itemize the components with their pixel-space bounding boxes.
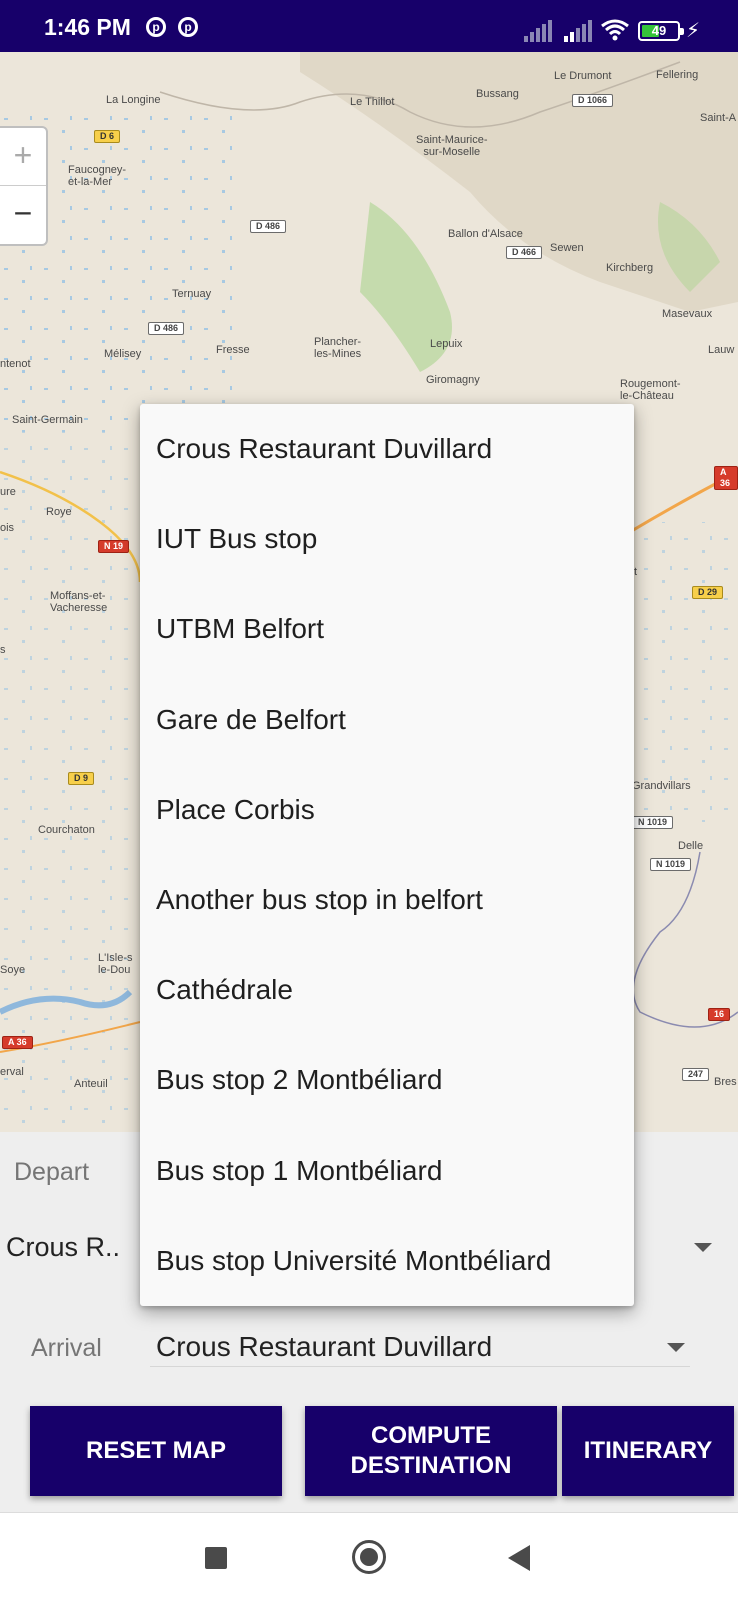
map-place-label: Soye (0, 964, 26, 976)
map-place-label: Ternuay (172, 288, 212, 300)
map-place-label: ois (0, 522, 15, 534)
dropdown-option[interactable]: UTBM Belfort (140, 584, 634, 674)
arrival-label: Arrival (31, 1334, 102, 1362)
dropdown-option[interactable]: Bus stop Université Montbéliard (140, 1216, 634, 1306)
map-place-label: Delle (678, 840, 704, 852)
map-place-label: Rougemont- le-Château (620, 378, 681, 402)
map-place-label: Moffans-et- Vacheresse (50, 590, 108, 614)
depart-dropdown-menu: Crous Restaurant Duvillard IUT Bus stop … (140, 404, 634, 1306)
map-place-label: Sewen (550, 242, 584, 254)
map-place-label: Mélisey (104, 348, 142, 360)
map-place-label: L'Isle-s le-Dou (98, 952, 133, 976)
map-place-label: Bussang (476, 88, 519, 100)
road-shield: A 36 (714, 466, 738, 490)
reset-map-button[interactable]: RESET MAP (30, 1406, 282, 1496)
dropdown-option[interactable]: IUT Bus stop (140, 494, 634, 584)
road-shield: D 6 (94, 130, 121, 143)
dropdown-option[interactable]: Cathédrale (140, 945, 634, 1035)
map-place-label: Kirchberg (606, 262, 654, 274)
map-place-label: Lauw (708, 344, 735, 356)
map-place-label: Masevaux (662, 308, 713, 320)
zoom-control: + − (0, 126, 48, 246)
status-bar: 1:46 PM p p 49 ⚡ (0, 0, 738, 52)
circle-p-icon: p (178, 17, 198, 37)
road-shield: N 1019 (632, 816, 674, 829)
dropdown-option[interactable]: Gare de Belfort (140, 675, 634, 765)
signal-icon (564, 20, 592, 42)
road-shield: A 36 (2, 1036, 33, 1049)
map-place-label: Lepuix (430, 338, 463, 350)
itinerary-button[interactable]: ITINERARY (562, 1406, 734, 1496)
map-place-label: Saint-Germain (12, 414, 83, 426)
road-shield: D 9 (68, 772, 95, 785)
compute-destination-label-1: COMPUTE (371, 1422, 491, 1449)
battery-level: 49 (651, 23, 667, 38)
dropdown-option[interactable]: Bus stop 1 Montbéliard (140, 1126, 634, 1216)
map-place-label: Bres (714, 1076, 737, 1088)
road-shield: D 1066 (572, 94, 614, 107)
map-place-label: Grandvillars (632, 780, 691, 792)
depart-label: Depart (14, 1158, 90, 1186)
road-shield: D 466 (506, 246, 543, 259)
road-shield: N 19 (98, 540, 130, 553)
map-place-label: Courchaton (38, 824, 95, 836)
zoom-out-button[interactable]: − (0, 186, 46, 243)
map-place-label: s (0, 644, 6, 656)
road-shield: 16 (708, 1008, 731, 1021)
map-place-label: Anteuil (74, 1078, 108, 1090)
circle-p-icon: p (146, 17, 166, 37)
home-icon[interactable] (352, 1540, 386, 1574)
map-place-label: t (634, 566, 638, 578)
map-place-label: Giromagny (426, 374, 480, 386)
charging-bolt-icon: ⚡ (686, 20, 701, 42)
map-place-label: Saint-A (700, 112, 737, 124)
status-time: 1:46 PM (44, 14, 131, 40)
chevron-down-icon[interactable] (667, 1343, 685, 1352)
back-icon[interactable] (508, 1545, 530, 1571)
compute-destination-label-2: DESTINATION (350, 1452, 512, 1479)
battery-icon: 49 (638, 21, 684, 41)
map-place-label: ure (0, 486, 16, 498)
zoom-in-button[interactable]: + (0, 128, 46, 186)
map-place-label: Le Thillot (350, 96, 395, 108)
road-shield: D 29 (692, 586, 724, 599)
wifi-icon (601, 19, 629, 41)
map-place-label: Le Drumont (554, 70, 612, 82)
road-shield: 247 (682, 1068, 710, 1081)
arrival-select[interactable]: Crous Restaurant Duvillard (156, 1331, 492, 1363)
dropdown-option[interactable]: Place Corbis (140, 765, 634, 855)
compute-destination-button[interactable]: COMPUTE DESTINATION (305, 1406, 557, 1496)
map-place-label: La Longine (106, 94, 161, 106)
dropdown-option[interactable]: Bus stop 2 Montbéliard (140, 1035, 634, 1125)
dropdown-option[interactable]: Crous Restaurant Duvillard (140, 404, 634, 494)
road-shield: N 1019 (650, 858, 692, 871)
road-shield: D 486 (250, 220, 287, 233)
map-place-label: Roye (46, 506, 72, 518)
map-place-label: Ballon d'Alsace (448, 228, 523, 240)
map-place-label: Fellering (656, 69, 699, 81)
chevron-down-icon[interactable] (694, 1243, 712, 1252)
road-shield: D 486 (148, 322, 185, 335)
dropdown-option[interactable]: Another bus stop in belfort (140, 855, 634, 945)
map-place-label: Saint-Maurice- sur-Moselle (416, 134, 488, 158)
recent-apps-icon[interactable] (205, 1547, 227, 1569)
map-place-label: Faucogney- et-la-Mer (68, 164, 127, 188)
arrival-underline (150, 1366, 690, 1367)
signal-icon (524, 20, 552, 42)
map-place-label: Plancher- les-Mines (314, 336, 362, 360)
map-place-label: ntenot (0, 358, 31, 370)
map-place-label: erval (0, 1066, 24, 1078)
map-place-label: Fresse (216, 344, 250, 356)
depart-select[interactable]: Crous R.. (6, 1232, 120, 1263)
